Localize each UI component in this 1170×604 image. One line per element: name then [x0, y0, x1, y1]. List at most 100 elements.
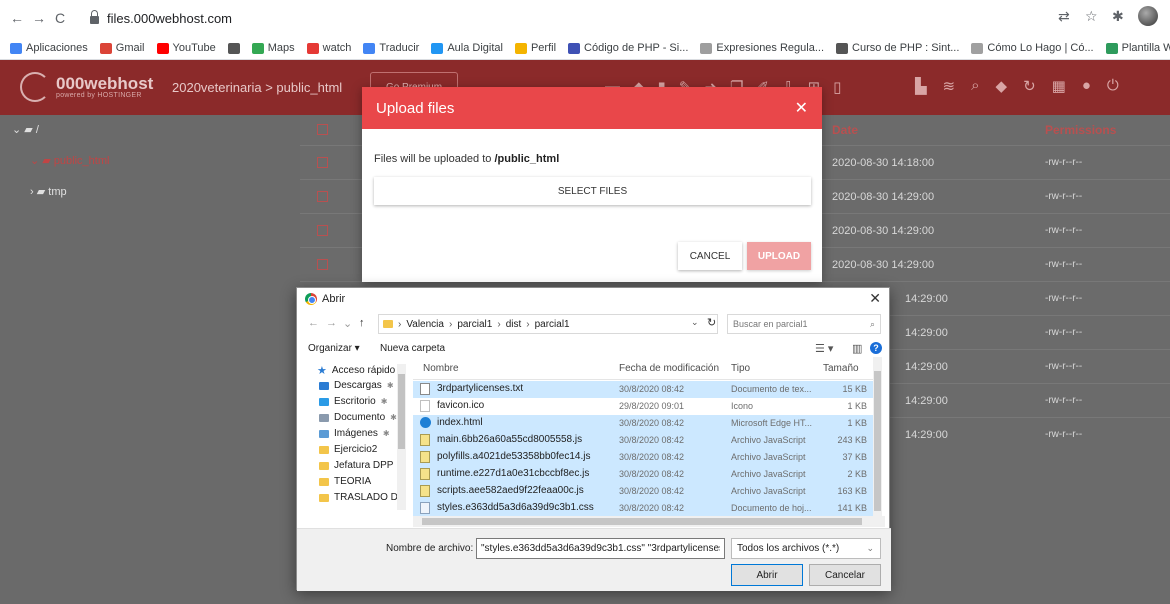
bookmark-item[interactable]: Curso de PHP : Sint... — [836, 42, 959, 54]
bookmark-star-icon[interactable]: ☆ — [1085, 8, 1098, 25]
date-column-header[interactable]: Fecha de modificación — [619, 363, 719, 374]
tree-root[interactable]: ⌄ ▰ / — [12, 123, 39, 136]
up-icon[interactable]: ↑ — [359, 317, 365, 329]
select-all-checkbox[interactable] — [317, 124, 328, 135]
permissions-column-header[interactable]: Permissions — [1045, 123, 1116, 137]
file-list-scrollbar[interactable] — [873, 357, 882, 518]
row-checkbox[interactable] — [317, 225, 328, 236]
translate-icon[interactable]: ⇄ — [1058, 8, 1070, 25]
bookmark-item[interactable]: Cómo Lo Hago | Có... — [971, 42, 1094, 54]
grid-icon[interactable]: ▦ — [1052, 77, 1066, 95]
scrollbar-thumb[interactable] — [422, 518, 862, 525]
path-dropdown-icon[interactable]: ⌄ — [691, 317, 699, 328]
settings-icon[interactable]: ● — [1082, 77, 1091, 95]
bookmark-item[interactable]: Aplicaciones — [10, 42, 88, 54]
archive-icon[interactable]: ≋ — [943, 77, 956, 95]
forward-icon[interactable]: → — [326, 317, 337, 329]
row-checkbox[interactable] — [317, 259, 328, 270]
path-segment[interactable]: parcial1 — [535, 319, 570, 330]
back-icon[interactable]: ← — [308, 317, 319, 329]
help-icon[interactable]: ? — [870, 342, 882, 354]
bookmark-item[interactable]: Expresiones Regula... — [700, 42, 824, 54]
navigation-pane-scrollbar[interactable] — [397, 364, 406, 510]
path-bar[interactable]: › Valencia › parcial1 › dist › parcial1 — [378, 314, 718, 334]
breadcrumb[interactable]: 2020veterinaria > public_html — [172, 80, 342, 95]
close-icon[interactable]: ✕ — [869, 290, 881, 307]
tree-item-tmp[interactable]: › ▰ tmp — [30, 185, 67, 198]
file-date: 30/8/2020 08:42 — [619, 486, 685, 496]
path-segment[interactable]: Valencia — [406, 319, 444, 330]
file-row[interactable]: index.html 30/8/2020 08:42 Microsoft Edge … — [413, 415, 875, 432]
horizontal-scrollbar[interactable] — [413, 516, 885, 527]
cancel-button[interactable]: CANCEL — [678, 242, 742, 270]
scrollbar-thumb[interactable] — [398, 374, 405, 449]
path-segment[interactable]: parcial1 — [457, 319, 492, 330]
power-icon[interactable]: ⏻ — [1107, 77, 1119, 95]
bookmark-item[interactable]: watch — [306, 42, 351, 54]
file-row[interactable]: scripts.aee582aed9f22feaa00c.js 30/8/2020… — [413, 483, 875, 500]
back-icon[interactable]: ← — [10, 10, 24, 26]
home-icon[interactable]: ◆ — [996, 77, 1008, 95]
nav-item[interactable]: TRASLADO DE — [319, 492, 405, 503]
file-row[interactable]: main.6bb26a60a55cd8005558.js 30/8/2020 08… — [413, 432, 875, 449]
preview-pane-icon[interactable]: ▥ — [852, 342, 862, 355]
date-column-header[interactable]: Date — [832, 123, 858, 137]
nav-item[interactable]: Jefatura DPP — [319, 460, 393, 471]
organize-menu[interactable]: Organizar ▾ — [308, 343, 360, 354]
address-bar[interactable]: files.000webhost.com — [90, 6, 1040, 30]
name-column-header[interactable]: Nombre — [423, 363, 459, 374]
forward-icon[interactable]: → — [32, 10, 46, 26]
path-segment[interactable]: dist — [506, 319, 522, 330]
upload-files-icon[interactable]: ▙ — [915, 77, 927, 95]
recent-dropdown-icon[interactable]: ⌄ — [343, 317, 352, 330]
reload-icon[interactable]: C — [55, 10, 65, 26]
bookmark-item[interactable]: Traducir — [363, 42, 419, 54]
type-column-header[interactable]: Tipo — [731, 363, 750, 374]
nav-item[interactable]: Descargas ✱ — [319, 380, 394, 391]
file-type-filter[interactable]: Todos los archivos (*.*) ⌄ — [731, 538, 881, 559]
filename-input[interactable] — [476, 538, 725, 559]
extension-icon[interactable]: ✱ — [1112, 8, 1124, 25]
file-row[interactable]: runtime.e227d1a0e31cbccbf8ec.js 30/8/2020… — [413, 466, 875, 483]
scrollbar-thumb[interactable] — [874, 371, 881, 511]
nav-item[interactable]: ★ Acceso rápido — [317, 364, 395, 377]
bookmark-item[interactable]: YouTube — [156, 42, 216, 54]
bookmark-item[interactable]: Plantilla Web Simpl... — [1105, 42, 1170, 54]
bookmark-label: Código de PHP - Si... — [584, 42, 689, 54]
css-file-icon — [420, 502, 430, 514]
refresh-icon[interactable]: ↻ — [1023, 77, 1036, 95]
nav-item[interactable]: TEORIA — [319, 476, 371, 487]
upload-button[interactable]: UPLOAD — [747, 242, 811, 270]
cancel-button[interactable]: Cancelar — [809, 564, 881, 586]
refresh-icon[interactable]: ↻ — [707, 316, 716, 329]
bookmark-item[interactable]: Aula Digital — [431, 42, 503, 54]
row-checkbox[interactable] — [317, 157, 328, 168]
tree-item-public-html[interactable]: ⌄ ▰ public_html — [30, 154, 109, 167]
bookmark-item[interactable]: Gmail — [99, 42, 145, 54]
file-row[interactable]: polyfills.a4021de53358bb0fec14.js 30/8/20… — [413, 449, 875, 466]
open-button[interactable]: Abrir — [731, 564, 803, 586]
edge-file-icon — [420, 417, 431, 428]
new-folder-button[interactable]: Nueva carpeta — [380, 343, 445, 354]
file-row[interactable]: styles.e363dd5a3d6a39d9c3b1.css 30/8/2020… — [413, 500, 875, 517]
close-icon[interactable]: ✕ — [795, 98, 808, 118]
search-icon[interactable]: ⌕ — [971, 77, 979, 95]
file-row[interactable]: 3rdpartylicenses.txt 30/8/2020 08:42 Docum… — [413, 381, 875, 398]
bookmark-item[interactable]: Perfil — [514, 42, 556, 54]
trash-icon[interactable]: ▯ — [833, 78, 841, 96]
nav-item[interactable]: Imágenes ✱ — [319, 428, 390, 439]
file-row[interactable]: favicon.ico 29/8/2020 09:01 Icono 1 KB — [413, 398, 875, 415]
profile-avatar[interactable] — [1138, 6, 1158, 26]
select-files-button[interactable]: SELECT FILES — [374, 177, 811, 205]
logo[interactable]: 000webhost powered by HOSTINGER — [20, 72, 153, 102]
nav-item[interactable]: Ejercicio2 — [319, 444, 377, 455]
row-checkbox[interactable] — [317, 191, 328, 202]
bookmark-item[interactable]: Código de PHP - Si... — [568, 42, 688, 54]
nav-item[interactable]: Escritorio ✱ — [319, 396, 387, 407]
nav-item[interactable]: Documento ✱ — [319, 412, 397, 423]
bookmark-item[interactable]: Maps — [251, 42, 295, 54]
bookmark-item[interactable] — [227, 42, 240, 54]
search-input[interactable]: Buscar en parcial1 ⌕ — [727, 314, 881, 334]
view-options-icon[interactable]: ☰ ▾ — [815, 342, 833, 355]
size-column-header[interactable]: Tamaño — [823, 363, 859, 374]
